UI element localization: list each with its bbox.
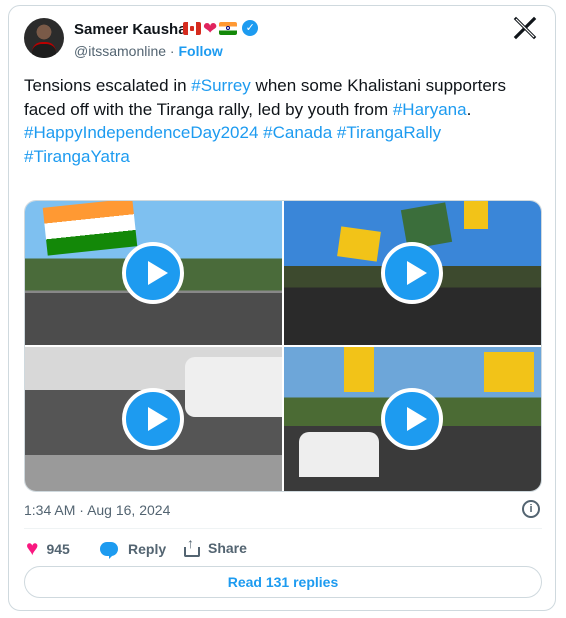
red-heart-icon: ❤ xyxy=(203,18,218,38)
handle-separator: · xyxy=(169,43,175,59)
author-handle[interactable]: @itssamonline xyxy=(74,43,166,59)
hashtag-link[interactable]: #Canada xyxy=(263,123,332,142)
date-value: Aug 16, 2024 xyxy=(87,502,171,518)
heart-icon: ♥ xyxy=(26,537,39,560)
x-logo-icon[interactable] xyxy=(513,16,537,40)
author-emoji-group: ❤ ✓ xyxy=(183,18,259,38)
hashtag-link[interactable]: #TirangaYatra xyxy=(24,147,130,166)
play-icon[interactable] xyxy=(122,242,184,304)
play-icon[interactable] xyxy=(381,388,443,450)
play-icon[interactable] xyxy=(122,388,184,450)
yellow-flag-icon xyxy=(464,201,488,229)
white-car-shape xyxy=(299,432,379,477)
flag-canada-icon xyxy=(183,21,201,35)
share-icon xyxy=(184,535,200,557)
yellow-flag-icon xyxy=(344,347,374,392)
tweet-text-segment: Tensions escalated in xyxy=(24,76,192,95)
verified-badge-icon: ✓ xyxy=(242,20,259,36)
time-value: 1:34 AM xyxy=(24,502,76,518)
flag-india-icon xyxy=(219,21,238,35)
tricolor-flag-icon xyxy=(42,201,138,256)
reply-label: Reply xyxy=(128,541,167,557)
info-icon[interactable]: i xyxy=(522,500,540,518)
hashtag-link[interactable]: #TirangaRally xyxy=(337,123,441,142)
video-thumbnail-3[interactable] xyxy=(25,347,282,491)
media-grid xyxy=(24,200,542,492)
yellow-flag-icon xyxy=(337,226,381,262)
video-thumbnail-1[interactable] xyxy=(25,201,282,345)
tweet-text: Tensions escalated in #Surrey when some … xyxy=(24,74,544,168)
hashtag-link[interactable]: #Haryana xyxy=(393,100,467,119)
play-icon[interactable] xyxy=(381,242,443,304)
timestamp[interactable]: 1:34 AM · Aug 16, 2024 xyxy=(24,502,170,518)
divider xyxy=(24,528,542,529)
avatar[interactable] xyxy=(24,18,64,58)
handle-row: @itssamonline · Follow xyxy=(74,43,223,59)
yellow-flag-icon xyxy=(484,352,534,392)
time-separator: · xyxy=(79,502,84,518)
like-count: 945 xyxy=(46,541,70,557)
share-label: Share xyxy=(208,540,247,556)
share-button[interactable]: Share xyxy=(184,535,247,557)
author-name[interactable]: Sameer Kaushal xyxy=(74,21,191,38)
like-button[interactable]: ♥ 945 xyxy=(26,537,70,560)
hashtag-link[interactable]: #HappyIndependenceDay2024 xyxy=(24,123,258,142)
follow-button[interactable]: Follow xyxy=(178,43,222,59)
tweet-text-segment: . xyxy=(466,99,472,119)
white-car-shape xyxy=(185,357,282,417)
reply-bubble-icon xyxy=(100,539,120,559)
read-replies-button[interactable]: Read 131 replies xyxy=(24,566,542,598)
video-thumbnail-4[interactable] xyxy=(284,347,541,491)
reply-button[interactable]: Reply xyxy=(100,539,166,559)
hashtag-link[interactable]: #Surrey xyxy=(191,76,251,95)
video-thumbnail-2[interactable] xyxy=(284,201,541,345)
